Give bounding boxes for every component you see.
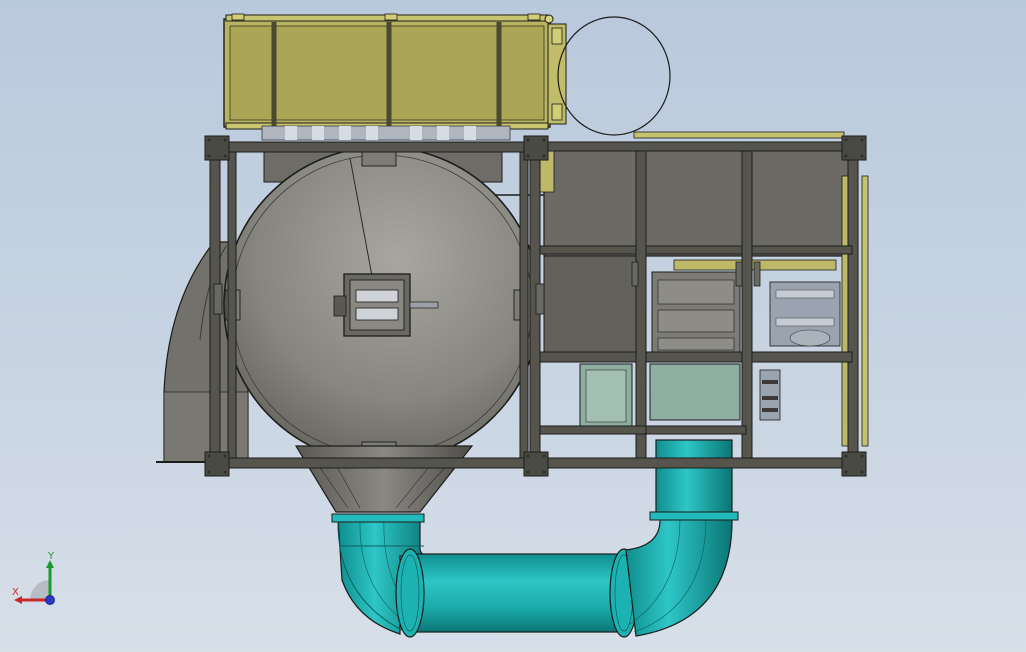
- fan-circle-outline[interactable]: [557, 16, 671, 136]
- cad-viewport[interactable]: Y X: [0, 0, 1026, 652]
- triad-axes-icon: [14, 560, 55, 605]
- assembly-model[interactable]: [0, 0, 1026, 652]
- top-olive-panel[interactable]: [223, 13, 567, 130]
- triad-y-label: Y: [48, 551, 55, 562]
- discharge-cone[interactable]: [294, 445, 474, 513]
- view-orientation-triad[interactable]: Y X: [8, 552, 68, 608]
- triad-x-label: X: [12, 587, 19, 598]
- filter-cartridge-row: [261, 125, 511, 141]
